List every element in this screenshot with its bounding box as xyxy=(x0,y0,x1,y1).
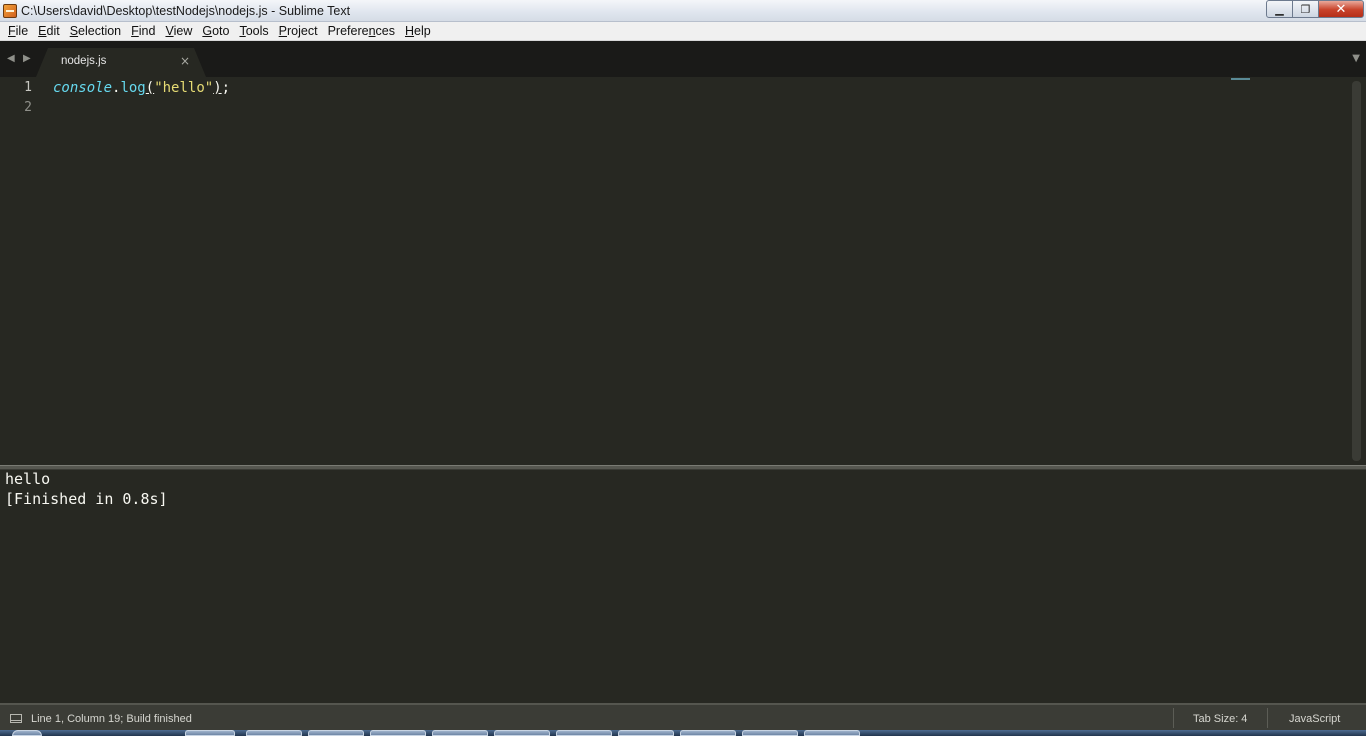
menu-view[interactable]: View xyxy=(160,22,197,41)
menu-view-label: iew xyxy=(173,23,193,38)
taskbar-button[interactable] xyxy=(680,730,736,736)
status-divider xyxy=(1267,708,1268,728)
menu-selection[interactable]: Selection xyxy=(65,22,126,41)
window-title: C:\Users\david\Desktop\testNodejs\nodejs… xyxy=(21,3,351,18)
menu-tools[interactable]: Tools xyxy=(234,22,273,41)
status-divider xyxy=(1173,708,1174,728)
menu-file-accel: F xyxy=(8,23,16,38)
taskbar-button[interactable] xyxy=(246,730,302,736)
taskbar-button[interactable] xyxy=(804,730,860,736)
menu-goto-label: oto xyxy=(212,23,230,38)
menu-edit-accel: E xyxy=(38,23,47,38)
tab-dropdown-icon[interactable]: ▼ xyxy=(1352,53,1360,64)
menu-find-label: ind xyxy=(138,23,156,38)
menu-find-accel: F xyxy=(131,23,139,38)
menu-tools-label: ools xyxy=(245,23,269,38)
code-line[interactable]: console.log("hello"); xyxy=(53,80,230,96)
menu-preferences-accel: n xyxy=(368,23,376,38)
taskbar-button[interactable] xyxy=(432,730,488,736)
taskbar-button[interactable] xyxy=(494,730,550,736)
tab-nav-right-icon[interactable]: ▶ xyxy=(23,53,31,64)
menu-project[interactable]: Project xyxy=(274,22,323,41)
menu-preferences-label: ces xyxy=(375,23,395,38)
line-number-gutter: 1 2 xyxy=(0,77,48,465)
tab-nodejs-js[interactable]: nodejs.js × xyxy=(36,48,206,77)
maximize-button[interactable]: ❐ xyxy=(1292,0,1319,18)
menu-edit[interactable]: Edit xyxy=(33,22,65,41)
taskbar-button[interactable] xyxy=(618,730,674,736)
status-message: Line 1, Column 19; Build finished xyxy=(31,713,192,725)
taskbar-button[interactable] xyxy=(556,730,612,736)
code-editor[interactable]: 1 2 console.log("hello"); xyxy=(0,77,1366,465)
syntax-indicator[interactable]: JavaScript xyxy=(1289,713,1340,725)
menu-help-label: elp xyxy=(414,23,431,38)
tab-close-icon[interactable]: × xyxy=(180,54,190,68)
code-token-string: "hello" xyxy=(154,80,214,96)
taskbar-button[interactable] xyxy=(185,730,235,736)
editor-scrollbar[interactable] xyxy=(1352,81,1361,461)
menu-file[interactable]: File xyxy=(3,22,33,41)
menu-goto-accel: G xyxy=(202,23,213,38)
menu-project-accel: P xyxy=(278,23,288,38)
status-bar: Line 1, Column 19; Build finished Tab Si… xyxy=(0,703,1366,730)
line-number: 2 xyxy=(24,100,32,115)
code-token-close-paren: ) xyxy=(213,80,222,96)
window-title-bar: C:\Users\david\Desktop\testNodejs\nodejs… xyxy=(0,0,1366,22)
menu-selection-label: election xyxy=(78,23,122,38)
minimap[interactable] xyxy=(1231,78,1250,80)
taskbar-button[interactable] xyxy=(742,730,798,736)
tab-label: nodejs.js xyxy=(61,55,107,67)
window-controls: ▁ ❐ ✕ xyxy=(1266,0,1364,19)
minimize-button[interactable]: ▁ xyxy=(1266,0,1293,18)
menu-bar: File Edit Selection Find View Goto Tools… xyxy=(0,22,1366,41)
menu-file-label: ile xyxy=(15,23,29,38)
menu-view-accel: V xyxy=(165,23,174,38)
taskbar-button[interactable] xyxy=(308,730,364,736)
output-line: [Finished in 0.8s] xyxy=(5,490,168,508)
menu-help-accel: H xyxy=(405,23,415,38)
menu-preferences-prefix: Prefere xyxy=(327,23,369,38)
code-token-open-paren: ( xyxy=(145,80,155,96)
sublime-app-icon[interactable] xyxy=(3,3,17,18)
panel-toggle-icon[interactable] xyxy=(10,714,22,723)
build-output-panel[interactable]: hello [Finished in 0.8s] xyxy=(0,470,1366,703)
code-token-method: log xyxy=(120,80,146,96)
menu-find[interactable]: Find xyxy=(126,22,160,41)
taskbar-button[interactable] xyxy=(370,730,426,736)
menu-goto[interactable]: Goto xyxy=(197,22,234,41)
tab-bar: ◀ ▶ nodejs.js × ▼ xyxy=(0,41,1366,77)
code-token-object: console xyxy=(53,80,113,96)
menu-preferences[interactable]: Preferences xyxy=(323,22,400,41)
menu-help[interactable]: Help xyxy=(400,22,436,41)
os-taskbar xyxy=(0,730,1366,736)
tab-nav-left-icon[interactable]: ◀ xyxy=(7,53,15,64)
menu-selection-accel: S xyxy=(69,23,79,38)
start-button[interactable] xyxy=(12,730,42,736)
menu-edit-label: dit xyxy=(46,23,60,38)
tab-size-indicator[interactable]: Tab Size: 4 xyxy=(1193,713,1247,725)
menu-project-label: roject xyxy=(287,23,318,38)
line-number: 1 xyxy=(24,80,32,95)
close-button[interactable]: ✕ xyxy=(1318,0,1364,18)
output-line: hello xyxy=(5,470,51,488)
code-token-semicolon: ; xyxy=(221,80,231,96)
